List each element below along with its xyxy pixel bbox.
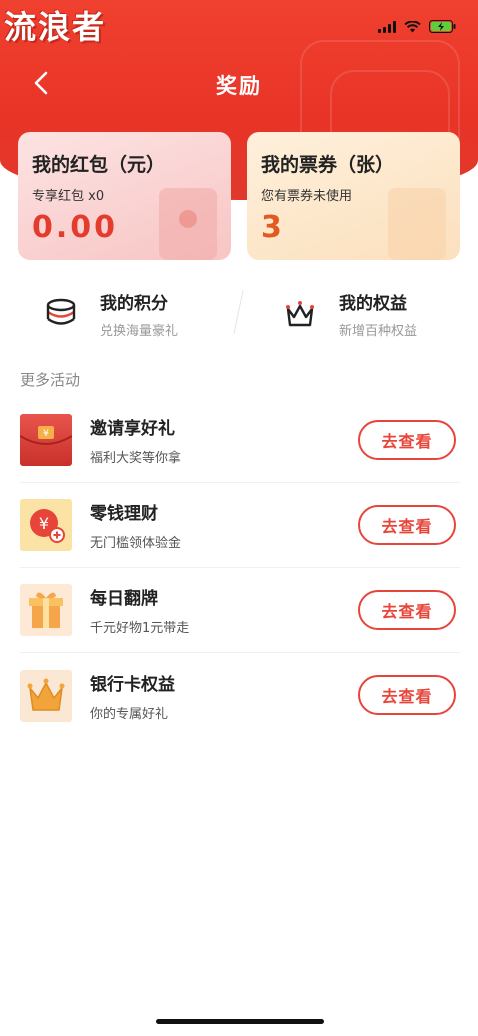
- view-button[interactable]: 去查看: [358, 590, 456, 630]
- summary-cards: 我的红包（元） 专享红包 x0 0.00 我的票券（张） 您有票券未使用 3: [18, 132, 460, 260]
- points-title: 我的积分: [100, 294, 168, 314]
- list-item: ¥ 邀请享好礼 福利大奖等你拿 去查看: [20, 398, 460, 483]
- card-title: 我的票券（张）: [261, 154, 395, 176]
- points-entry[interactable]: 我的积分 兑换海量豪礼: [0, 282, 239, 346]
- signal-icon: [378, 20, 396, 33]
- view-button[interactable]: 去查看: [358, 505, 456, 545]
- section-title: 更多活动: [20, 371, 81, 389]
- activity-list: ¥ 邀请享好礼 福利大奖等你拿 去查看 ¥ 零钱理财 无门槛领体验金 去查看 每…: [20, 398, 460, 738]
- activity-title: 零钱理财: [90, 504, 158, 524]
- watermark-text: 流浪者: [4, 8, 107, 46]
- benefits-entry[interactable]: 我的权益 新增百种权益: [239, 282, 478, 346]
- crown-icon: [286, 301, 314, 327]
- ticket-card[interactable]: 我的票券（张） 您有票券未使用 3: [247, 132, 460, 260]
- yuan-coin-icon: ¥: [20, 499, 72, 551]
- home-indicator: [156, 1019, 324, 1024]
- status-bar: [378, 20, 456, 33]
- red-envelope-illustration-icon: [159, 188, 217, 260]
- gift-box-icon: [20, 584, 72, 636]
- page-title: 奖励: [216, 74, 262, 98]
- activity-subtitle: 你的专属好礼: [90, 706, 169, 722]
- activity-subtitle: 千元好物1元带走: [90, 621, 190, 636]
- list-item: ¥ 零钱理财 无门槛领体验金 去查看: [20, 483, 460, 568]
- view-button[interactable]: 去查看: [358, 420, 456, 460]
- navigation-bar: 奖励: [0, 62, 478, 106]
- red-envelope-icon: ¥: [20, 414, 72, 466]
- activity-subtitle: 福利大奖等你拿: [90, 451, 182, 466]
- red-envelope-card[interactable]: 我的红包（元） 专享红包 x0 0.00: [18, 132, 231, 260]
- activity-title: 邀请享好礼: [90, 419, 175, 439]
- benefits-subtitle: 新增百种权益: [339, 324, 418, 339]
- gold-crown-icon: [20, 669, 72, 722]
- activity-title: 每日翻牌: [90, 589, 158, 609]
- view-button[interactable]: 去查看: [358, 675, 456, 715]
- activity-title: 银行卡权益: [90, 674, 175, 695]
- activity-subtitle: 无门槛领体验金: [90, 536, 182, 551]
- ticket-illustration-icon: [388, 188, 446, 260]
- svg-text:¥: ¥: [43, 429, 49, 439]
- points-subtitle: 兑换海量豪礼: [100, 324, 179, 339]
- benefits-title: 我的权益: [339, 294, 407, 314]
- list-item: 每日翻牌 千元好物1元带走 去查看: [20, 568, 460, 653]
- svg-text:¥: ¥: [39, 514, 49, 533]
- list-item: 银行卡权益 你的专属好礼 去查看: [20, 653, 460, 738]
- battery-charging-icon: [429, 20, 456, 33]
- wifi-icon: [404, 20, 421, 33]
- card-title: 我的红包（元）: [32, 154, 166, 176]
- feature-row: 我的积分 兑换海量豪礼 我的权益 新增百种权益: [0, 282, 478, 346]
- coins-stack-icon: [46, 298, 76, 325]
